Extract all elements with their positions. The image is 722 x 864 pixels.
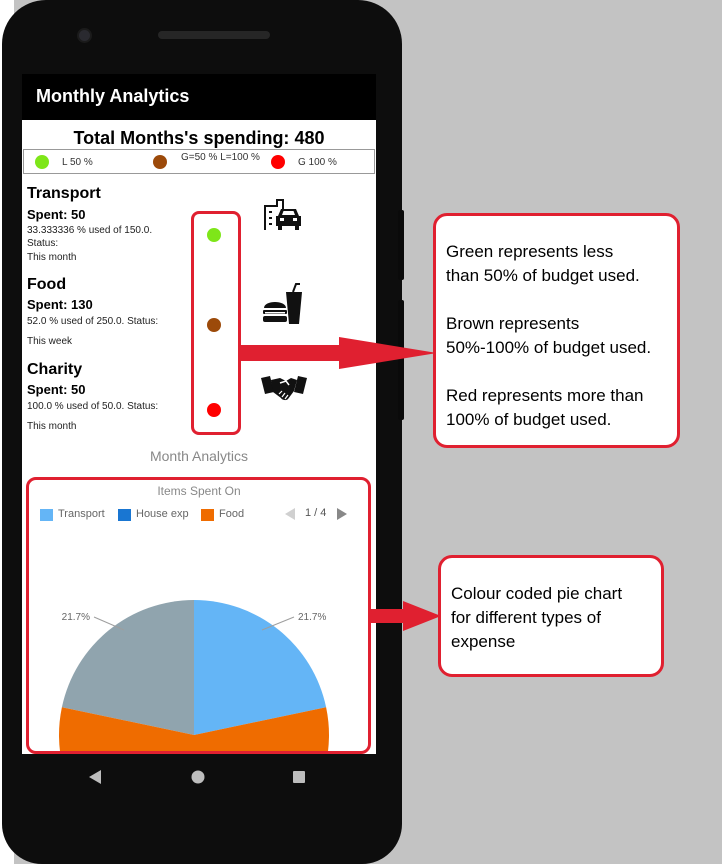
green-status-dot [35, 155, 49, 169]
category-period-food: This week [27, 336, 73, 347]
brown-legend-label: G=50 % L=100 % [181, 152, 260, 163]
category-detail-transport: 33.333336 % used of 150.0. [27, 225, 153, 236]
category-name-transport: Transport [27, 185, 101, 202]
callout-line: than 50% of budget used. [446, 266, 640, 285]
red-legend-label: G 100 % [298, 157, 337, 168]
phone-power-button [398, 210, 404, 280]
pie-chart-callout: Colour coded pie chart for different typ… [438, 555, 664, 677]
front-camera [79, 30, 90, 41]
annotation-arrow-status [241, 337, 437, 369]
category-status-transport: Status: [27, 238, 59, 249]
category-name-charity: Charity [27, 361, 83, 378]
category-period-charity: This month [27, 421, 77, 432]
chart-highlight [26, 477, 371, 754]
callout-line: Colour coded pie chart [451, 584, 623, 603]
month-analytics-title: Month Analytics [149, 448, 249, 464]
food-icon [263, 283, 302, 324]
callout-line [446, 288, 677, 312]
brown-status-dot [153, 155, 167, 169]
status-legend: L 50 % G=50 % L=100 % G 100 % [23, 149, 375, 174]
category-spent-food: Spent: 130 [27, 297, 93, 312]
green-legend-label: L 50 % [62, 157, 93, 168]
android-nav-bar [22, 754, 376, 804]
total-spending: Total Months's spending: 480 [22, 128, 376, 149]
callout-line: Green represents less [446, 242, 614, 261]
total-spending-label: Total Months's spending: [73, 128, 290, 148]
callout-line: 50%-100% of budget used. [446, 338, 652, 357]
category-spent-transport: Spent: 50 [27, 207, 86, 222]
category-name-food: Food [27, 276, 67, 293]
status-color-callout: Green represents less than 50% of budget… [433, 213, 680, 448]
back-icon[interactable] [88, 769, 102, 785]
callout-line [446, 360, 677, 384]
callout-line: for different types of [451, 608, 601, 627]
total-spending-value: 480 [294, 128, 325, 148]
category-spent-charity: Spent: 50 [27, 382, 86, 397]
home-icon[interactable] [191, 770, 205, 784]
recents-icon[interactable] [293, 771, 305, 783]
page-title: Monthly Analytics [36, 86, 190, 106]
red-status-dot [271, 155, 285, 169]
handshake-icon [261, 376, 307, 401]
callout-line: Brown represents [446, 314, 580, 333]
category-detail-charity: 100.0 % used of 50.0. Status: [27, 401, 159, 412]
callout-line: expense [451, 632, 516, 651]
category-detail-food: 52.0 % used of 250.0. Status: [27, 316, 159, 327]
screen-content: Total Months's spending: 480 L 50 % G=50… [22, 120, 376, 754]
status-dots-highlight [191, 211, 241, 435]
category-period-transport: This month [27, 252, 77, 263]
callout-line: Red represents more than [446, 386, 644, 405]
annotation-arrow-chart [371, 601, 441, 631]
transport-icon [264, 199, 301, 230]
earpiece-speaker [158, 31, 270, 39]
callout-line: 100% of budget used. [446, 410, 612, 429]
